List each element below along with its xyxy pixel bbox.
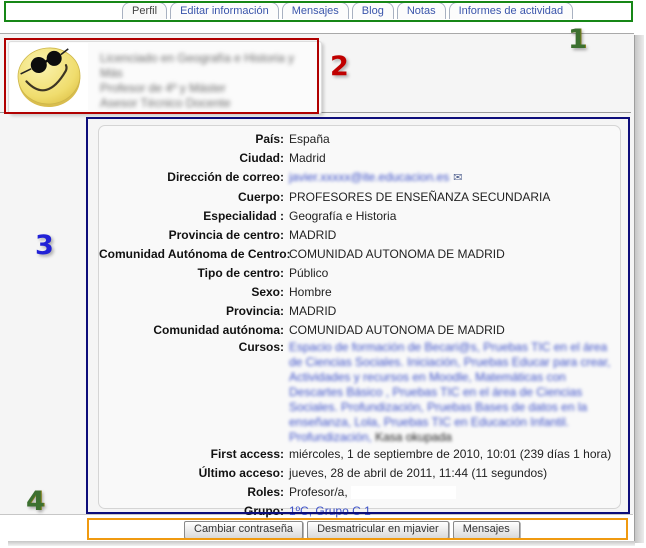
footer-button-row: Cambiar contraseña Desmatricular en mjav… — [184, 521, 520, 539]
detail-row-comunidad-centro: Comunidad Autónoma de Centro: COMUNIDAD … — [99, 245, 620, 264]
detail-value: jueves, 28 de abril de 2011, 11:44 (11 s… — [289, 464, 620, 483]
detail-label: Roles: — [99, 483, 289, 502]
detail-label: Cuerpo: — [99, 188, 289, 207]
detail-row-tipo-centro: Tipo de centro: Público — [99, 264, 620, 283]
tab-mensajes[interactable]: Mensajes — [282, 2, 349, 19]
detail-row-provincia: Provincia: MADRID — [99, 302, 620, 321]
header-divider — [0, 33, 634, 34]
detail-value: MADRID — [289, 302, 620, 321]
user-description-line: Profesor de 4º y Máster — [100, 81, 315, 96]
detail-label: Especialidad : — [99, 207, 289, 226]
window-shadow-bottom — [8, 541, 635, 546]
detail-value: Madrid — [289, 149, 620, 168]
detail-row-ciudad: Ciudad: Madrid — [99, 149, 620, 168]
detail-value: Hombre — [289, 283, 620, 302]
detail-value: COMUNIDAD AUTONOMA DE MADRID — [289, 321, 620, 340]
detail-row-cuerpo: Cuerpo: PROFESORES DE ENSEÑANZA SECUNDAR… — [99, 188, 620, 207]
smiley-sunglasses-avatar-icon — [10, 43, 88, 110]
unenrol-button[interactable]: Desmatricular en mjavier — [307, 521, 449, 539]
detail-value: PROFESORES DE ENSEÑANZA SECUNDARIA — [289, 188, 620, 207]
group-links[interactable]: 1ºC, Grupo C 1 — [289, 504, 371, 518]
detail-label: Provincia: — [99, 302, 289, 321]
tab-informes-de-actividad[interactable]: Informes de actividad — [449, 2, 574, 19]
change-password-button[interactable]: Cambiar contraseña — [184, 521, 303, 539]
detail-row-pais: País: España — [99, 130, 620, 149]
detail-label: Provincia de centro: — [99, 226, 289, 245]
user-description-blurred: Licenciado en Geografía e Historia y Más… — [100, 51, 315, 111]
user-description-line: Licenciado en Geografía e Historia y Más — [100, 51, 315, 81]
detail-row-first-access: First access: miércoles, 1 de septiembre… — [99, 445, 620, 464]
detail-label: First access: — [99, 445, 289, 464]
detail-value: COMUNIDAD AUTONOMA DE MADRID — [289, 245, 620, 264]
detail-label: País: — [99, 130, 289, 149]
detail-value: miércoles, 1 de septiembre de 2010, 10:0… — [289, 445, 620, 464]
user-description-line: Asesor Técnico Docente — [100, 96, 315, 111]
detail-row-provincia-centro: Provincia de centro: MADRID — [99, 226, 620, 245]
profile-details-panel: País: España Ciudad: Madrid Dirección de… — [98, 125, 621, 509]
detail-row-email: Dirección de correo: javier.xxxxx@ite.ed… — [99, 168, 620, 188]
messages-button[interactable]: Mensajes — [453, 521, 520, 539]
detail-row-grupo: Grupo: 1ºC, Grupo C 1 — [99, 502, 620, 521]
redacted-roles-whiteout — [351, 486, 456, 499]
detail-label: Tipo de centro: — [99, 264, 289, 283]
detail-label: Ciudad: — [99, 149, 289, 168]
detail-row-especialidad: Especialidad : Geografía e Historia — [99, 207, 620, 226]
tab-blog[interactable]: Blog — [352, 2, 394, 19]
detail-label: Sexo: — [99, 283, 289, 302]
detail-row-comunidad-autonoma: Comunidad autónoma: COMUNIDAD AUTONOMA D… — [99, 321, 620, 340]
profile-tab-bar: Perfil Editar información Mensajes Blog … — [122, 2, 573, 19]
course-plain-blurred: Kasa okupada — [375, 430, 452, 444]
detail-label: Último acceso: — [99, 464, 289, 483]
detail-label: Dirección de correo: — [99, 168, 289, 188]
roles-value: Profesor/a, — [289, 485, 348, 499]
detail-label: Cursos: — [99, 340, 289, 445]
detail-row-last-access: Último acceso: jueves, 28 de abril de 20… — [99, 464, 620, 483]
window-shadow-right — [634, 35, 644, 543]
detail-value: España — [289, 130, 620, 149]
avatar — [10, 43, 88, 110]
tab-editar-informacion[interactable]: Editar información — [170, 2, 279, 19]
tab-notas[interactable]: Notas — [397, 2, 446, 19]
detail-label: Comunidad Autónoma de Centro: — [99, 245, 289, 264]
detail-label: Grupo: — [99, 502, 289, 521]
email-link[interactable]: javier.xxxxx@ite.educacion.es — [289, 170, 449, 184]
detail-value: MADRID — [289, 226, 620, 245]
tab-perfil[interactable]: Perfil — [122, 2, 167, 19]
detail-row-roles: Roles: Profesor/a, — [99, 483, 620, 502]
detail-value: Público — [289, 264, 620, 283]
detail-row-cursos: Cursos: Espacio de formación de Becari@s… — [99, 340, 620, 445]
detail-row-sexo: Sexo: Hombre — [99, 283, 620, 302]
envelope-icon[interactable]: ✉ — [453, 169, 462, 188]
detail-value: Geografía e Historia — [289, 207, 620, 226]
detail-label: Comunidad autónoma: — [99, 321, 289, 340]
course-links-blurred[interactable]: Espacio de formación de Becari@s, Prueba… — [289, 340, 611, 444]
